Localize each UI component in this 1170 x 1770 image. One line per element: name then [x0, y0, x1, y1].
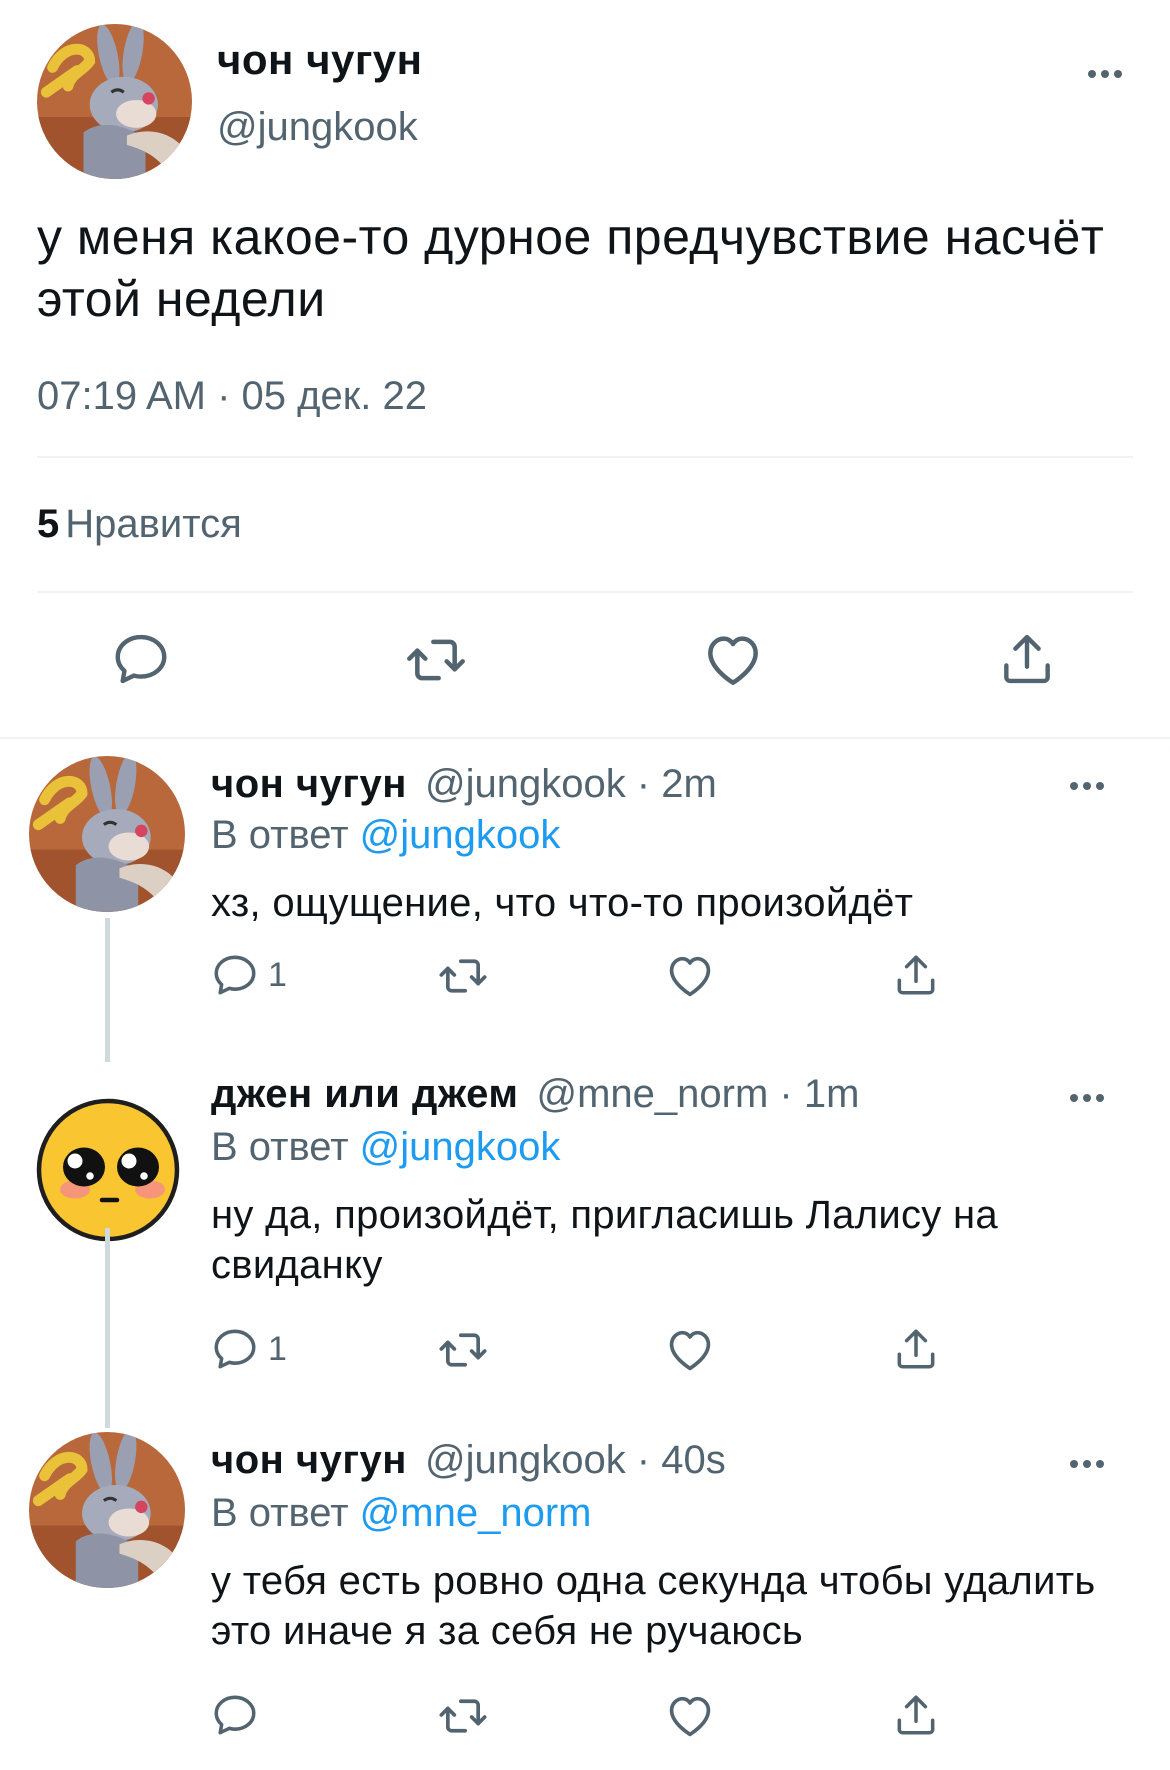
retweet-icon	[437, 1324, 489, 1376]
reply-mention-link[interactable]: @jungkook	[360, 813, 561, 857]
avatar[interactable]	[37, 24, 192, 179]
author-name[interactable]: чон чугун	[217, 36, 423, 84]
reply-action-bar: 1	[0, 950, 1170, 1020]
main-tweet: чон чугун @jungkook у меня какое-то дурн…	[0, 0, 1170, 738]
more-dots-icon	[1088, 70, 1096, 78]
divider	[37, 456, 1133, 458]
author-name[interactable]: джен или джем	[211, 1072, 518, 1116]
tweet-timestamp[interactable]: 07:19 AM · 05 дек. 22	[37, 374, 427, 419]
share-button[interactable]	[891, 950, 941, 1000]
author-name[interactable]: чон чугун	[211, 762, 407, 806]
reply-header: чон чугун @jungkook · 2m	[211, 762, 717, 807]
heart-icon	[664, 1324, 716, 1376]
more-options-button[interactable]	[1070, 782, 1104, 790]
reply-header: джен или джем @mne_norm · 1m	[211, 1072, 859, 1117]
author-name[interactable]: чон чугун	[211, 1438, 407, 1482]
reply-count: 1	[268, 955, 287, 994]
more-dots-icon	[1070, 1094, 1078, 1102]
speech-bubble-icon	[210, 1324, 260, 1374]
more-dots-icon	[1070, 1460, 1078, 1468]
retweet-button[interactable]	[437, 1690, 489, 1742]
bunny-avatar-icon	[37, 24, 192, 179]
reply-context: В ответ @mne_norm	[211, 1491, 591, 1536]
share-button[interactable]	[891, 1324, 941, 1374]
reply-prefix: В ответ	[211, 1125, 349, 1169]
handle-time: @mne_norm · 1m	[536, 1072, 860, 1116]
speech-bubble-icon	[210, 950, 260, 1000]
divider	[37, 591, 1133, 593]
reply-tweet: джен или джем @mne_norm · 1m В ответ @jun…	[0, 1062, 1170, 1428]
like-button[interactable]	[664, 950, 716, 1002]
retweet-icon	[437, 950, 489, 1002]
reply-prefix: В ответ	[211, 813, 349, 857]
reply-button[interactable]	[210, 1690, 268, 1740]
share-upload-icon	[996, 628, 1058, 690]
author-handle[interactable]: @jungkook	[217, 105, 418, 150]
heart-icon	[701, 628, 765, 692]
share-upload-icon	[891, 1324, 941, 1374]
heart-icon	[664, 1690, 716, 1742]
retweet-button[interactable]	[437, 1324, 489, 1376]
share-button[interactable]	[996, 628, 1058, 690]
like-button[interactable]	[664, 1324, 716, 1376]
reply-action-bar	[0, 1690, 1170, 1760]
retweet-button[interactable]	[437, 950, 489, 1002]
bunny-avatar-icon	[29, 756, 185, 912]
likes-summary[interactable]: 5 Нравится	[37, 502, 242, 547]
more-dots-icon	[1070, 782, 1078, 790]
share-upload-icon	[891, 950, 941, 1000]
avatar[interactable]	[29, 1432, 185, 1588]
more-options-button[interactable]	[1088, 70, 1122, 78]
reply-text: у тебя есть ровно одна секунда чтобы уда…	[211, 1559, 1096, 1653]
reply-button[interactable]: 1	[210, 950, 287, 1000]
like-button[interactable]	[701, 628, 765, 692]
share-upload-icon	[891, 1690, 941, 1740]
reply-text: хз, ощущение, что что-то произойдёт	[211, 881, 914, 925]
reply-tweet: чон чугун @jungkook · 40s В ответ @mne_no…	[0, 1428, 1170, 1770]
reply-mention-link[interactable]: @jungkook	[360, 1125, 561, 1169]
reply-prefix: В ответ	[211, 1491, 349, 1535]
section-divider	[0, 737, 1170, 739]
retweet-icon	[404, 628, 468, 692]
heart-icon	[664, 950, 716, 1002]
handle-time: @jungkook · 2m	[424, 762, 717, 806]
share-button[interactable]	[891, 1690, 941, 1740]
bunny-avatar-icon	[29, 1432, 185, 1588]
more-options-button[interactable]	[1070, 1460, 1104, 1468]
tweet-text: у меня какое-то дурное предчувствие насч…	[37, 209, 1105, 327]
like-button[interactable]	[664, 1690, 716, 1742]
like-count: 5	[37, 502, 60, 546]
emoji-avatar-icon	[33, 1092, 183, 1242]
main-action-bar	[0, 628, 1170, 698]
reply-mention-link[interactable]: @mne_norm	[360, 1491, 592, 1535]
reply-header: чон чугун @jungkook · 40s	[211, 1438, 726, 1483]
reply-text: ну да, произойдёт, пригласишь Лалису на …	[211, 1193, 998, 1287]
avatar[interactable]	[33, 1092, 183, 1242]
like-label: Нравится	[65, 502, 242, 546]
reply-button[interactable]	[110, 628, 172, 690]
reply-button[interactable]: 1	[210, 1324, 287, 1374]
more-options-button[interactable]	[1070, 1094, 1104, 1102]
reply-tweet: чон чугун @jungkook · 2m В ответ @jungkoo…	[0, 740, 1170, 1062]
retweet-button[interactable]	[404, 628, 468, 692]
handle-time: @jungkook · 40s	[424, 1438, 726, 1482]
avatar[interactable]	[29, 756, 185, 912]
speech-bubble-icon	[210, 1690, 260, 1740]
retweet-icon	[437, 1690, 489, 1742]
speech-bubble-icon	[110, 628, 172, 690]
reply-context: В ответ @jungkook	[211, 1125, 560, 1170]
reply-count: 1	[268, 1329, 287, 1368]
reply-action-bar: 1	[0, 1324, 1170, 1394]
reply-context: В ответ @jungkook	[211, 813, 560, 858]
